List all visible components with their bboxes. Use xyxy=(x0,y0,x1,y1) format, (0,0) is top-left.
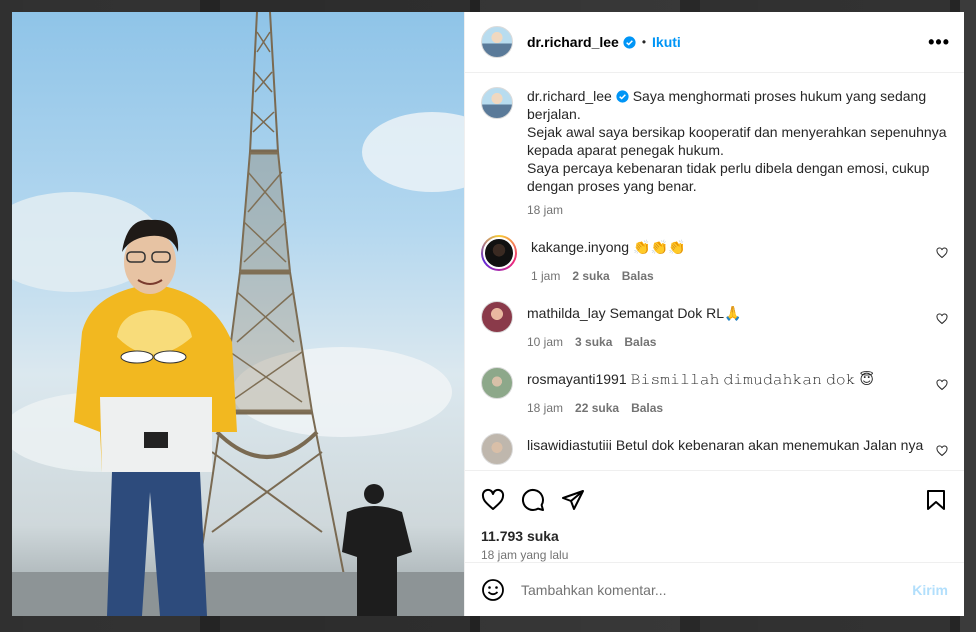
commenter-username[interactable]: lisawidiastutiii xyxy=(527,437,612,453)
commenter-avatar[interactable] xyxy=(481,433,513,465)
post-caption: dr.richard_lee Saya menghormati proses h… xyxy=(481,87,948,217)
comment-text: 𝙱𝚒𝚜𝚖𝚒𝚕𝚕𝚊𝚑 𝚍𝚒𝚖𝚞𝚍𝚊𝚑𝚔𝚊𝚗 𝚍𝚘𝚔 😇 xyxy=(630,371,875,387)
post-comment-button[interactable]: Kirim xyxy=(912,582,948,598)
comment-likes[interactable]: 2 suka xyxy=(572,269,609,283)
comment-time: 10 jam xyxy=(527,335,564,349)
comment-likes[interactable]: 3 suka xyxy=(575,335,612,349)
comment-heart-icon[interactable] xyxy=(936,313,948,325)
commenter-avatar[interactable] xyxy=(481,235,517,271)
photo-illustration xyxy=(12,12,464,616)
post-panel: dr.richard_lee • Ikuti ••• dr.richard_le… xyxy=(464,12,964,616)
author-username[interactable]: dr.richard_lee xyxy=(527,34,619,50)
comment-input[interactable] xyxy=(521,581,913,598)
comment-heart-icon[interactable] xyxy=(936,247,948,259)
caption-line-2: Sejak awal saya bersikap kooperatif dan … xyxy=(527,124,947,158)
post-header: dr.richard_lee • Ikuti ••• xyxy=(465,12,964,73)
comment-text: Betul dok kebenaran akan menemukan Jalan… xyxy=(615,437,924,453)
comments-list[interactable]: dr.richard_lee Saya menghormati proses h… xyxy=(465,73,964,470)
comment-likes[interactable]: 22 suka xyxy=(575,401,619,415)
post-dialog: dr.richard_lee • Ikuti ••• dr.richard_le… xyxy=(12,12,964,616)
reply-button[interactable]: Balas xyxy=(624,335,656,349)
comment-item: lisawidiastutiii Betul dok kebenaran akan… xyxy=(481,433,948,465)
comment-text: 👏👏👏 xyxy=(633,239,686,255)
emoji-icon[interactable] xyxy=(481,578,505,602)
comment-heart-icon[interactable] xyxy=(936,445,948,457)
separator-dot: • xyxy=(641,35,647,49)
author-avatar[interactable] xyxy=(481,26,513,58)
likes-count[interactable]: 11.793 suka xyxy=(465,528,964,544)
commenter-avatar[interactable] xyxy=(481,301,513,333)
heart-icon[interactable] xyxy=(481,488,505,512)
caption-time: 18 jam xyxy=(527,203,564,217)
comment-time: 1 jam xyxy=(531,269,561,283)
caption-line-3: Saya percaya kebenaran tidak perlu dibel… xyxy=(527,160,930,194)
comment-time: 18 jam xyxy=(527,401,564,415)
commenter-username[interactable]: kakange.inyong xyxy=(531,239,629,255)
reply-button[interactable]: Balas xyxy=(622,269,654,283)
comment-item: mathilda_lay Semangat Dok RL🙏 10 jam 3 su… xyxy=(481,301,948,349)
caption-avatar[interactable] xyxy=(481,87,513,119)
comment-item: rosmayanti1991 𝙱𝚒𝚜𝚖𝚒𝚕𝚕𝚊𝚑 𝚍𝚒𝚖𝚞𝚍𝚊𝚑𝚔𝚊𝚗 𝚍𝚘𝚔 😇… xyxy=(481,367,948,415)
reply-button[interactable]: Balas xyxy=(631,401,663,415)
follow-button[interactable]: Ikuti xyxy=(652,34,681,50)
comment-icon[interactable] xyxy=(521,488,545,512)
share-icon[interactable] xyxy=(561,488,585,512)
comment-heart-icon[interactable] xyxy=(936,379,948,391)
commenter-username[interactable]: mathilda_lay xyxy=(527,305,606,321)
comment-item: kakange.inyong 👏👏👏 1 jam 2 suka Balas xyxy=(481,235,948,283)
caption-username[interactable]: dr.richard_lee xyxy=(527,88,612,104)
comment-text: Semangat Dok RL🙏 xyxy=(609,305,742,321)
post-photo[interactable] xyxy=(12,12,464,616)
add-comment-bar: Kirim xyxy=(465,562,964,616)
more-icon[interactable]: ••• xyxy=(928,32,950,53)
verified-badge-icon xyxy=(623,35,636,49)
post-time: 18 jam yang lalu xyxy=(481,548,569,562)
commenter-avatar[interactable] xyxy=(481,367,513,399)
action-bar xyxy=(465,470,964,528)
verified-badge-icon xyxy=(616,90,629,103)
commenter-username[interactable]: rosmayanti1991 xyxy=(527,371,627,387)
bookmark-icon[interactable] xyxy=(924,488,948,512)
